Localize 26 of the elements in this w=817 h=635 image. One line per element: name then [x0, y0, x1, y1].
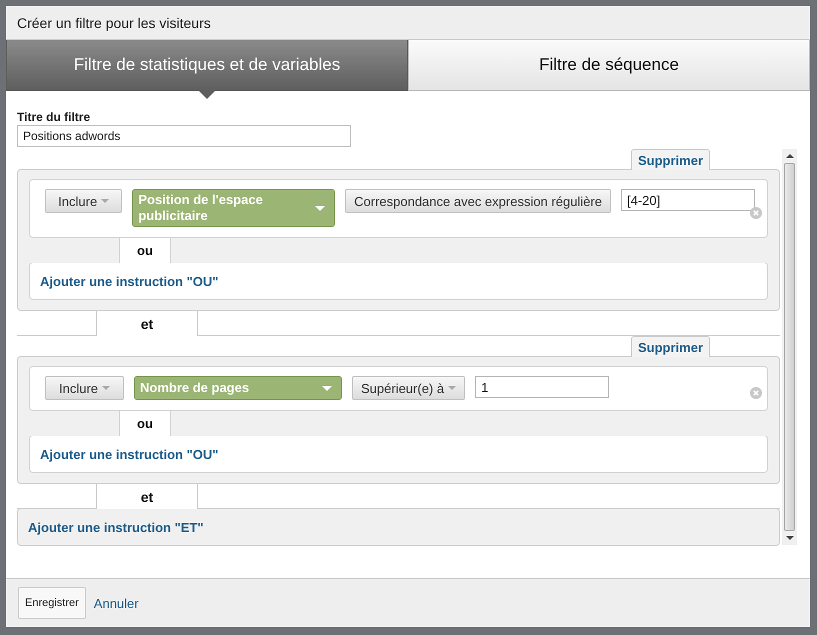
add-or-link[interactable]: Ajouter une instruction "OU": [29, 262, 768, 300]
scrollbar-thumb[interactable]: [784, 163, 795, 531]
filter-title-field[interactable]: Positions adwords: [17, 125, 351, 147]
operator-dropdown[interactable]: Supérieur(e) à: [352, 376, 466, 400]
delete-tab[interactable]: Supprimer: [630, 149, 710, 170]
scrollbar[interactable]: [782, 149, 797, 545]
tab[interactable]: Filtre de séquence: [408, 40, 810, 91]
remove-icon[interactable]: [750, 386, 762, 398]
value-field[interactable]: [4-20]: [621, 189, 755, 211]
filter-title-label: Titre du filtre: [17, 109, 92, 125]
save-button[interactable]: Enregistrer: [18, 587, 86, 619]
cancel-link[interactable]: Annuler: [94, 596, 139, 610]
add-or-link[interactable]: Ajouter une instruction "OU": [29, 435, 768, 473]
include-dropdown[interactable]: Inclure: [45, 376, 124, 400]
tab-pointer-icon: [198, 90, 216, 99]
value-field[interactable]: 1: [475, 376, 610, 398]
remove-icon[interactable]: [750, 206, 762, 218]
dialog-title: Créer un filtre pour les visiteurs: [17, 14, 211, 30]
include-dropdown[interactable]: Inclure: [45, 189, 122, 213]
add-and-link[interactable]: Ajouter une instruction "ET": [17, 508, 780, 546]
delete-tab[interactable]: Supprimer: [630, 336, 710, 357]
scroll-up-icon[interactable]: [786, 153, 794, 159]
or-label: ou: [120, 238, 170, 263]
scroll-down-icon[interactable]: [786, 535, 794, 541]
operator-dropdown[interactable]: Correspondance avec expression régulière: [345, 189, 611, 213]
or-label: ou: [120, 411, 170, 436]
